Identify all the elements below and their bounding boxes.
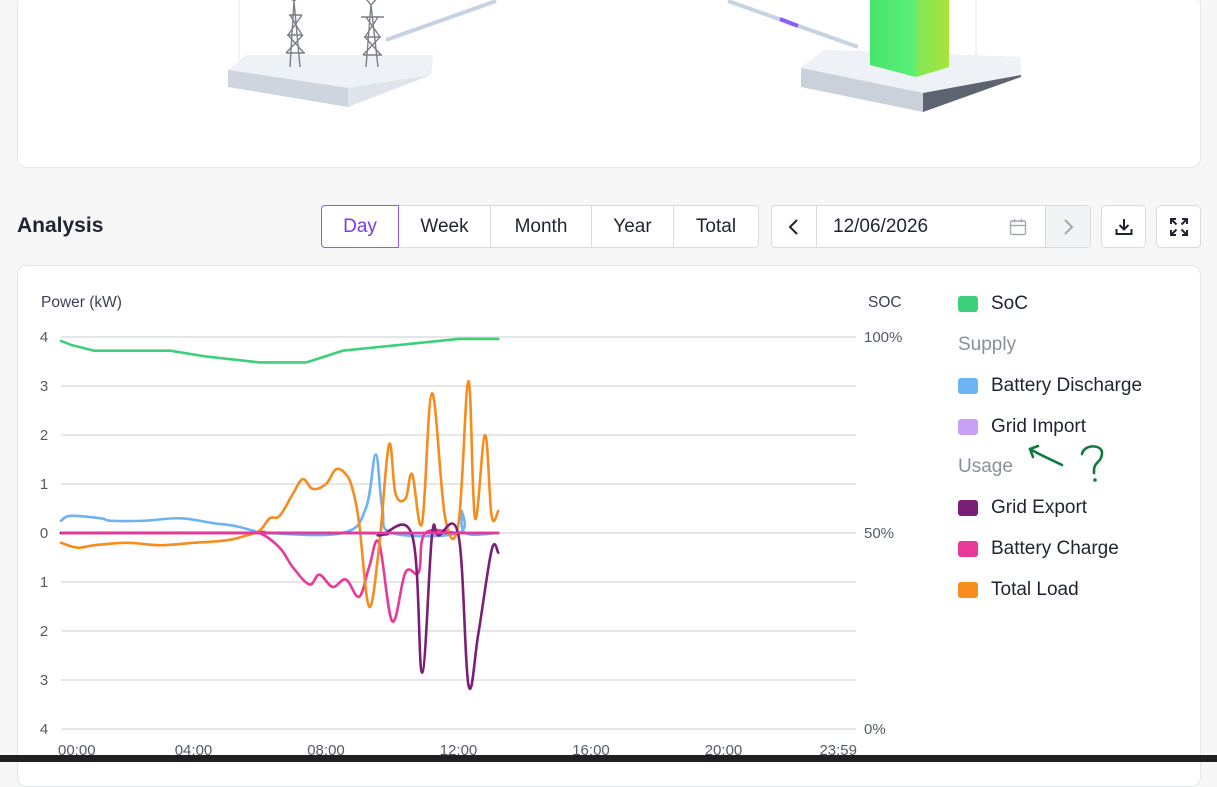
tab-year[interactable]: Year <box>591 205 674 248</box>
legend-item-total-load[interactable]: Total Load <box>958 579 1079 601</box>
battery-platform <box>801 0 1021 112</box>
chevron-left-icon <box>788 218 798 235</box>
y-tick-label-right: 0% <box>864 721 886 738</box>
fullscreen-button[interactable] <box>1156 205 1201 248</box>
legend-group-supply: Supply <box>958 334 1017 355</box>
legend-label-soc: SoC <box>991 293 1028 314</box>
chart-card: 4 3 2 1 0 1 2 3 4 100% 50% 0% 00:00 04:00 08:00 12:00 16… <box>17 265 1201 787</box>
analysis-title: Analysis <box>17 214 104 237</box>
legend-label-battery-discharge: Battery Discharge <box>991 375 1143 396</box>
legend-swatch-battery-discharge <box>958 378 978 394</box>
y-tick-label-left: 4 <box>40 329 48 346</box>
legend-label-grid-export: Grid Export <box>991 497 1088 518</box>
download-button[interactable] <box>1101 205 1146 248</box>
y-tick-label-left: 3 <box>40 672 48 689</box>
hero-card <box>17 0 1201 168</box>
handwritten-annotation <box>1028 444 1104 482</box>
legend-item-grid-export[interactable]: Grid Export <box>958 497 1087 519</box>
y-tick-label-right: 100% <box>864 329 902 346</box>
legend-swatch-grid-import <box>958 419 978 435</box>
legend-swatch-battery-charge <box>958 541 978 557</box>
bottom-bar <box>0 755 1217 762</box>
tab-month[interactable]: Month <box>490 205 592 248</box>
grid-tower-platform <box>228 0 433 107</box>
series-line-soc <box>59 337 500 364</box>
fullscreen-icon <box>1169 217 1188 236</box>
series-line-total-load <box>59 379 500 608</box>
chevron-right-icon <box>1064 218 1074 235</box>
legend-swatch-total-load <box>958 582 978 598</box>
y-tick-label-left: 2 <box>40 427 48 444</box>
date-picker: 12/06/2026 <box>771 205 1091 248</box>
legend-label-total-load: Total Load <box>991 579 1079 600</box>
y-tick-label-left: 0 <box>40 525 48 542</box>
legend-item-soc[interactable]: SoC <box>958 293 1028 315</box>
period-tabs: Day Week Month Year Total <box>321 205 759 248</box>
legend-label-battery-charge: Battery Charge <box>991 538 1119 559</box>
energy-flow-illustration <box>228 0 1021 112</box>
tab-day[interactable]: Day <box>321 205 399 248</box>
previous-day-button[interactable] <box>772 206 817 247</box>
date-value: 12/06/2026 <box>833 215 929 237</box>
legend-group-usage: Usage <box>958 456 1013 477</box>
y-axis-title-left: Power (kW) <box>41 294 122 311</box>
date-input[interactable]: 12/06/2026 <box>817 206 1045 247</box>
tab-week[interactable]: Week <box>398 205 491 248</box>
y-tick-label-left: 1 <box>40 476 48 493</box>
legend-item-battery-charge[interactable]: Battery Charge <box>958 538 1119 560</box>
series-line-battery-discharge <box>59 453 500 538</box>
legend-swatch-grid-export <box>958 500 978 516</box>
y-tick-label-right: 50% <box>864 525 894 542</box>
tab-total[interactable]: Total <box>673 205 759 248</box>
calendar-icon <box>1009 219 1027 236</box>
legend-item-grid-import[interactable]: Grid Import <box>958 416 1086 438</box>
y-axis-title-right: SOC <box>868 294 902 311</box>
power-soc-chart: 432101234100%50%0%00:00 04:00 08:00 12:00 16… <box>40 294 903 759</box>
y-tick-label-left: 1 <box>40 574 48 591</box>
legend-label-grid-import: Grid Import <box>991 416 1087 437</box>
next-day-button[interactable] <box>1045 206 1090 247</box>
download-icon <box>1115 218 1132 235</box>
legend-swatch-soc <box>958 296 978 312</box>
y-tick-label-left: 4 <box>40 721 48 738</box>
y-tick-label-left: 2 <box>40 623 48 640</box>
legend-item-battery-discharge[interactable]: Battery Discharge <box>958 375 1142 397</box>
y-tick-label-left: 3 <box>40 378 48 395</box>
